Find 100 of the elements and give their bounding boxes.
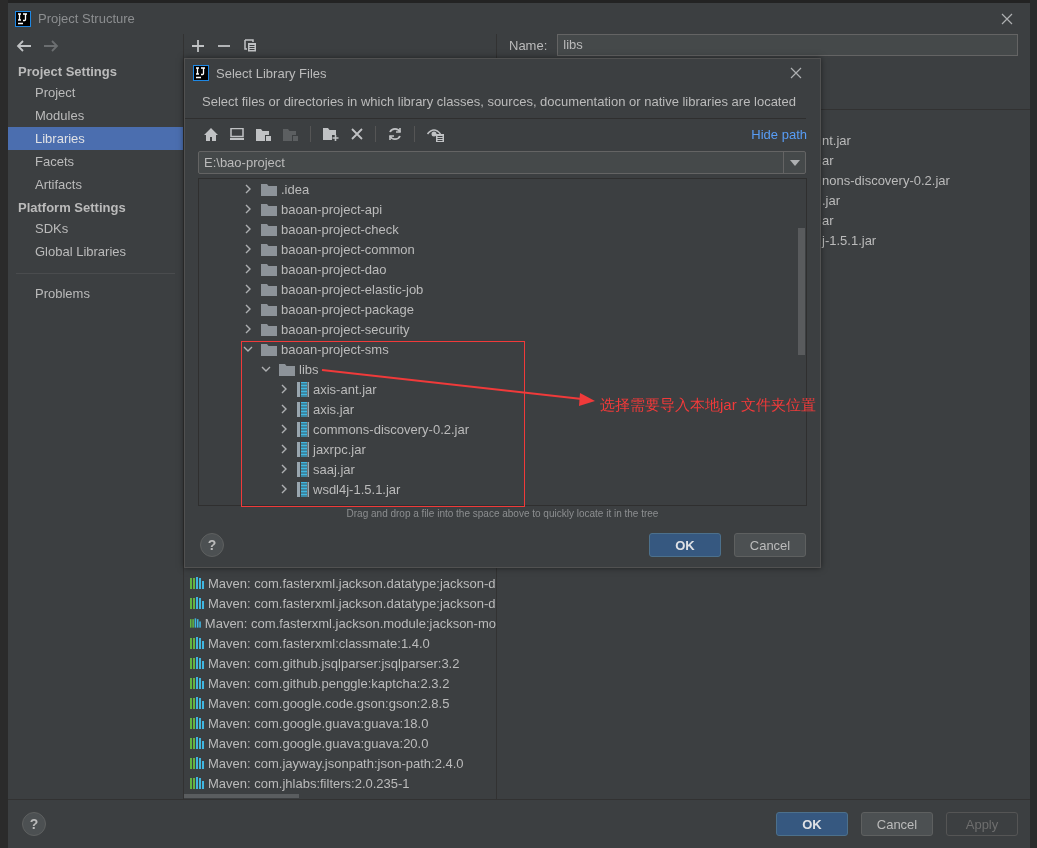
chevron-right-icon[interactable] xyxy=(279,484,289,494)
library-item[interactable]: Maven: com.fasterxml:classmate:1.4.0 xyxy=(208,635,430,651)
folder-icon[interactable] xyxy=(256,127,271,141)
library-item[interactable]: Maven: com.jhlabs:filters:2.0.235-1 xyxy=(208,775,410,791)
tree-item[interactable]: baoan-project-common xyxy=(281,241,415,257)
tree-item[interactable]: baoan-project-package xyxy=(281,301,414,317)
path-combo-box[interactable]: E:\bao-project xyxy=(198,151,806,174)
sidebar-item[interactable]: Libraries xyxy=(8,127,183,150)
chevron-right-icon[interactable] xyxy=(243,264,253,274)
copy-icon[interactable] xyxy=(244,39,257,52)
chevron-down-icon[interactable] xyxy=(261,364,271,374)
sidebar-item[interactable]: Facets xyxy=(8,150,183,173)
tree-item[interactable]: ar xyxy=(822,211,834,231)
name-field[interactable]: libs xyxy=(557,34,1018,56)
library-item[interactable]: Maven: com.google.code.gson:gson:2.8.5 xyxy=(208,695,450,711)
eye-icon[interactable] xyxy=(427,126,445,142)
dialog-title: Select Library Files xyxy=(216,65,327,81)
sidebar-item[interactable]: SDKs xyxy=(8,217,183,240)
chevron-right-icon[interactable] xyxy=(243,244,253,254)
library-icon xyxy=(190,617,201,629)
chevron-right-icon[interactable] xyxy=(279,464,289,474)
library-icon xyxy=(190,777,204,789)
tree-item[interactable]: libs xyxy=(299,361,319,377)
dialog-button[interactable]: Cancel xyxy=(734,533,806,557)
refresh-icon[interactable] xyxy=(388,127,402,141)
tree-item[interactable]: ar xyxy=(822,151,834,171)
library-icon xyxy=(190,597,204,609)
sidebar-item[interactable]: Problems xyxy=(8,282,183,305)
library-icon xyxy=(190,677,204,689)
library-item[interactable]: Maven: com.jayway.jsonpath:json-path:2.4.0 xyxy=(208,755,464,771)
library-item[interactable]: Maven: com.fasterxml.jackson.datatype:jackson-d xyxy=(208,575,496,591)
sidebar-item[interactable]: Project xyxy=(8,81,183,104)
delete-icon[interactable] xyxy=(351,128,363,140)
tree-item[interactable]: saaj.jar xyxy=(313,461,355,477)
tree-item[interactable]: wsdl4j-1.5.1.jar xyxy=(313,481,401,497)
jar-icon xyxy=(297,401,309,417)
tree-item[interactable]: baoan-project-dao xyxy=(281,261,387,277)
dialog-button[interactable]: OK xyxy=(649,533,721,557)
library-item[interactable]: Maven: com.google.guava:guava:18.0 xyxy=(208,715,429,731)
tree-item[interactable]: nons-discovery-0.2.jar xyxy=(822,171,950,191)
help-button[interactable]: ? xyxy=(200,533,224,557)
library-item[interactable]: Maven: com.google.guava:guava:20.0 xyxy=(208,735,429,751)
back-arrow-icon[interactable] xyxy=(16,40,32,52)
dialog-button[interactable]: OK xyxy=(776,812,848,836)
tree-item[interactable]: .idea xyxy=(281,181,310,197)
tree-item[interactable]: nt.jar xyxy=(822,131,851,151)
chevron-right-icon[interactable] xyxy=(243,184,253,194)
chevron-right-icon[interactable] xyxy=(279,424,289,434)
jar-icon xyxy=(297,381,309,397)
chevron-right-icon[interactable] xyxy=(243,284,253,294)
tree-item[interactable]: commons-discovery-0.2.jar xyxy=(313,421,470,437)
close-icon[interactable] xyxy=(790,67,802,79)
library-icon xyxy=(190,737,204,749)
home-icon[interactable] xyxy=(204,127,218,141)
library-icon xyxy=(190,757,204,769)
app-logo-icon xyxy=(15,10,31,27)
library-item[interactable]: Maven: com.github.jsqlparser:jsqlparser:3.2 xyxy=(208,655,460,671)
hide-path-link[interactable]: Hide path xyxy=(751,126,807,142)
sidebar-item[interactable]: Artifacts xyxy=(8,173,183,196)
chevron-right-icon[interactable] xyxy=(279,444,289,454)
folder-icon xyxy=(261,242,277,256)
chevron-right-icon[interactable] xyxy=(243,224,253,234)
library-item[interactable]: Maven: com.fasterxml.jackson.module:jackson-mo xyxy=(204,615,496,631)
sidebar-item[interactable]: Global Libraries xyxy=(8,240,183,263)
tree-item[interactable]: j-1.5.1.jar xyxy=(822,231,877,251)
field-label: Name: xyxy=(509,37,548,53)
library-icon xyxy=(190,577,204,589)
tree-item[interactable]: baoan-project-check xyxy=(281,221,399,237)
tree-item[interactable]: baoan-project-elastic-job xyxy=(281,281,424,297)
tree-item[interactable]: .jar xyxy=(822,191,841,211)
add-icon[interactable] xyxy=(192,39,204,52)
folder-icon xyxy=(261,342,277,356)
folder-icon xyxy=(261,182,277,196)
chevron-right-icon[interactable] xyxy=(243,204,253,214)
tree-item[interactable]: axis-ant.jar xyxy=(313,381,377,397)
monitor-icon[interactable] xyxy=(230,128,244,140)
folder-icon xyxy=(261,322,277,336)
tree-item[interactable]: baoan-project-api xyxy=(281,201,383,217)
section-heading: Project Settings xyxy=(17,63,118,81)
chevron-right-icon[interactable] xyxy=(279,384,289,394)
tree-item[interactable]: jaxrpc.jar xyxy=(313,441,366,457)
scrollbar[interactable] xyxy=(798,228,805,355)
chevron-right-icon[interactable] xyxy=(243,324,253,334)
chevron-down-icon[interactable] xyxy=(243,344,253,354)
sidebar-item[interactable]: Modules xyxy=(8,104,183,127)
dialog-description: Select files or directories in which library classes, sources, documentation or native libraries are located xyxy=(185,87,806,119)
library-item[interactable]: Maven: com.fasterxml.jackson.datatype:jackson-d xyxy=(208,595,496,611)
tree-item[interactable]: axis.jar xyxy=(313,401,355,417)
library-icon xyxy=(190,697,204,709)
folder-icon xyxy=(261,302,277,316)
dialog-button[interactable]: Cancel xyxy=(861,812,933,836)
library-item[interactable]: Maven: com.github.penggle:kaptcha:2.3.2 xyxy=(208,675,450,691)
chevron-right-icon[interactable] xyxy=(243,304,253,314)
tree-item[interactable]: baoan-project-security xyxy=(281,321,410,337)
close-icon[interactable] xyxy=(1001,12,1013,25)
dropdown-arrow-icon[interactable] xyxy=(789,159,800,166)
help-button[interactable]: ? xyxy=(22,812,46,836)
chevron-right-icon[interactable] xyxy=(279,404,289,414)
new-folder-icon[interactable] xyxy=(323,127,339,141)
tree-item[interactable]: baoan-project-sms xyxy=(281,341,389,357)
